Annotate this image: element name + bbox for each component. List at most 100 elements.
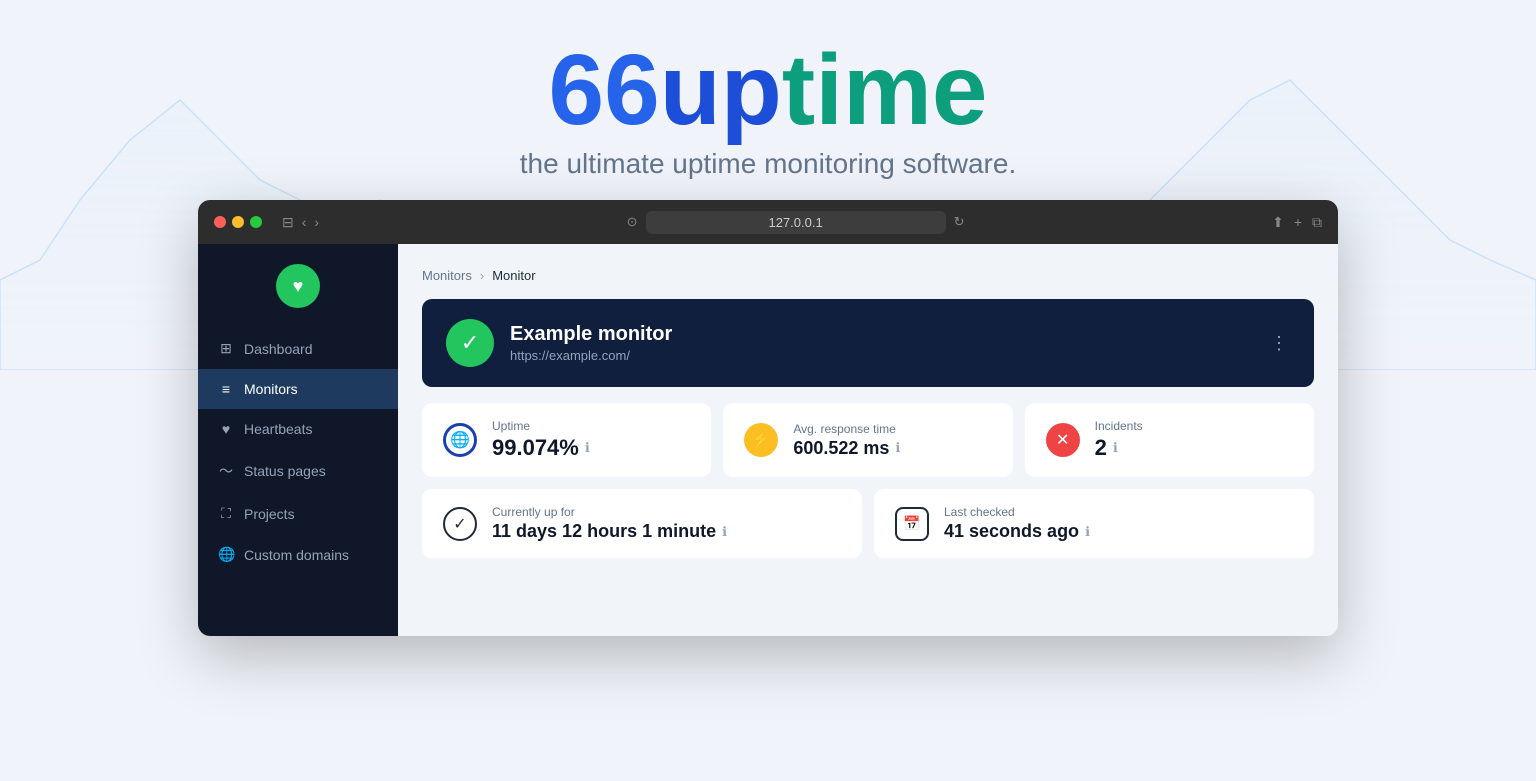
incidents-info-icon[interactable]: ℹ: [1113, 440, 1118, 456]
response-time-value-row: 600.522 ms ℹ: [793, 438, 992, 459]
address-bar[interactable]: 127.0.0.1: [646, 211, 946, 234]
uptime-card: 🌐 Uptime 99.074% ℹ: [422, 403, 711, 477]
last-checked-info-icon[interactable]: ℹ: [1085, 524, 1090, 540]
calendar-icon: 📅: [895, 507, 929, 541]
address-bar-wrapper: ⊙ 127.0.0.1 ↻: [331, 211, 1260, 234]
header: 66uptime the ultimate uptime monitoring …: [0, 0, 1536, 200]
breadcrumb-parent[interactable]: Monitors: [422, 268, 472, 283]
sidebar-item-heartbeats[interactable]: ♥ Heartbeats: [198, 409, 398, 449]
forward-button[interactable]: ›: [314, 214, 319, 230]
last-checked-card: 📅 Last checked 41 seconds ago ℹ: [874, 489, 1314, 558]
x-icon: ✕: [1046, 423, 1080, 457]
last-checked-data: Last checked 41 seconds ago ℹ: [944, 505, 1294, 542]
response-time-value: 600.522 ms: [793, 438, 889, 459]
monitor-name: Example monitor: [510, 323, 1254, 346]
uptime-data: Uptime 99.074% ℹ: [492, 419, 691, 461]
sidebar-item-status-pages[interactable]: 〜 Status pages: [198, 449, 398, 493]
logo-time: time: [782, 34, 988, 146]
breadcrumb-separator: ›: [480, 268, 484, 283]
new-tab-icon[interactable]: +: [1294, 214, 1302, 230]
uptime-label: Uptime: [492, 419, 691, 433]
status-pages-icon: 〜: [218, 461, 234, 481]
monitor-menu-button[interactable]: ⋮: [1270, 333, 1290, 354]
sidebar-item-label: Projects: [244, 506, 295, 522]
incidents-icon-wrap: ✕: [1045, 422, 1081, 458]
breadcrumb: Monitors › Monitor: [422, 268, 1314, 283]
sidebar-item-label: Dashboard: [244, 341, 313, 357]
dashboard-icon: ⊞: [218, 340, 234, 357]
app-logo-icon: ♥: [276, 264, 320, 308]
monitor-info: Example monitor https://example.com/: [510, 323, 1254, 363]
monitor-header-card: ✓ Example monitor https://example.com/ ⋮: [422, 299, 1314, 387]
tagline: the ultimate uptime monitoring software.: [0, 148, 1536, 180]
stats-grid-2: ✓ Currently up for 11 days 12 hours 1 mi…: [422, 489, 1314, 558]
custom-domains-icon: 🌐: [218, 546, 234, 563]
monitor-status-icon: ✓: [446, 319, 494, 367]
uptime-value: 99.074%: [492, 435, 579, 461]
currently-up-label: Currently up for: [492, 505, 842, 519]
browser-controls: ⊟ ‹ ›: [282, 214, 319, 231]
incidents-value-row: 2 ℹ: [1095, 435, 1294, 461]
sidebar-item-custom-domains[interactable]: 🌐 Custom domains: [198, 534, 398, 575]
uptime-value-row: 99.074% ℹ: [492, 435, 691, 461]
browser-chrome: ⊟ ‹ › ⊙ 127.0.0.1 ↻ ⬆ + ⧉: [198, 200, 1338, 244]
response-time-data: Avg. response time 600.522 ms ℹ: [793, 422, 992, 459]
incidents-card: ✕ Incidents 2 ℹ: [1025, 403, 1314, 477]
currently-up-data: Currently up for 11 days 12 hours 1 minu…: [492, 505, 842, 542]
last-checked-label: Last checked: [944, 505, 1294, 519]
response-time-icon-wrap: ⚡: [743, 422, 779, 458]
uptime-icon-wrap: 🌐: [442, 422, 478, 458]
currently-up-info-icon[interactable]: ℹ: [722, 524, 727, 540]
logo-up: up: [660, 34, 782, 146]
check-icon: ✓: [443, 507, 477, 541]
checkmark-icon: ✓: [461, 330, 479, 356]
shield-icon: ⊙: [627, 214, 638, 230]
sidebar-item-projects[interactable]: ⛶ Projects: [198, 493, 398, 534]
sidebar-item-label: Custom domains: [244, 547, 349, 563]
main-content: Monitors › Monitor ✓ Example monitor htt…: [398, 244, 1338, 636]
sidebar-item-label: Status pages: [244, 463, 326, 479]
globe-icon: 🌐: [443, 423, 477, 457]
traffic-lights: [214, 216, 262, 228]
bolt-icon: ⚡: [744, 423, 778, 457]
sidebar-item-label: Monitors: [244, 381, 298, 397]
sidebar-item-monitors[interactable]: ≡ Monitors: [198, 369, 398, 409]
last-checked-icon-wrap: 📅: [894, 506, 930, 542]
window-icon[interactable]: ⊟: [282, 214, 294, 231]
last-checked-value-row: 41 seconds ago ℹ: [944, 521, 1294, 542]
sidebar-item-dashboard[interactable]: ⊞ Dashboard: [198, 328, 398, 369]
uptime-info-icon[interactable]: ℹ: [585, 440, 590, 456]
currently-up-icon-wrap: ✓: [442, 506, 478, 542]
currently-up-card: ✓ Currently up for 11 days 12 hours 1 mi…: [422, 489, 862, 558]
reload-button[interactable]: ↻: [954, 214, 965, 230]
heartbeats-icon: ♥: [218, 421, 234, 437]
heartbeat-icon: ♥: [293, 276, 304, 297]
last-checked-value: 41 seconds ago: [944, 521, 1079, 542]
close-button[interactable]: [214, 216, 226, 228]
share-icon[interactable]: ⬆: [1272, 214, 1284, 231]
sidebar-nav: ⊞ Dashboard ≡ Monitors ♥ Heartbeats 〜 St…: [198, 328, 398, 575]
browser-window: ⊟ ‹ › ⊙ 127.0.0.1 ↻ ⬆ + ⧉ ♥ ⊞: [198, 200, 1338, 636]
monitors-icon: ≡: [218, 381, 234, 397]
logo-66: 66: [548, 34, 659, 146]
incidents-value: 2: [1095, 435, 1107, 461]
minimize-button[interactable]: [232, 216, 244, 228]
sidebar-logo: ♥: [198, 264, 398, 308]
incidents-label: Incidents: [1095, 419, 1294, 433]
incidents-data: Incidents 2 ℹ: [1095, 419, 1294, 461]
stats-grid: 🌐 Uptime 99.074% ℹ ⚡: [422, 403, 1314, 477]
browser-actions: ⬆ + ⧉: [1272, 214, 1322, 231]
breadcrumb-current: Monitor: [492, 268, 535, 283]
logo: 66uptime: [548, 40, 987, 140]
maximize-button[interactable]: [250, 216, 262, 228]
sidebar-item-label: Heartbeats: [244, 421, 312, 437]
response-time-label: Avg. response time: [793, 422, 992, 436]
projects-icon: ⛶: [218, 505, 234, 522]
app-layout: ♥ ⊞ Dashboard ≡ Monitors ♥ Heartbeats 〜: [198, 244, 1338, 636]
back-button[interactable]: ‹: [302, 214, 307, 230]
response-time-card: ⚡ Avg. response time 600.522 ms ℹ: [723, 403, 1012, 477]
monitor-url[interactable]: https://example.com/: [510, 348, 1254, 363]
response-time-info-icon[interactable]: ℹ: [895, 440, 900, 456]
tabs-icon[interactable]: ⧉: [1312, 214, 1322, 231]
sidebar: ♥ ⊞ Dashboard ≡ Monitors ♥ Heartbeats 〜: [198, 244, 398, 636]
